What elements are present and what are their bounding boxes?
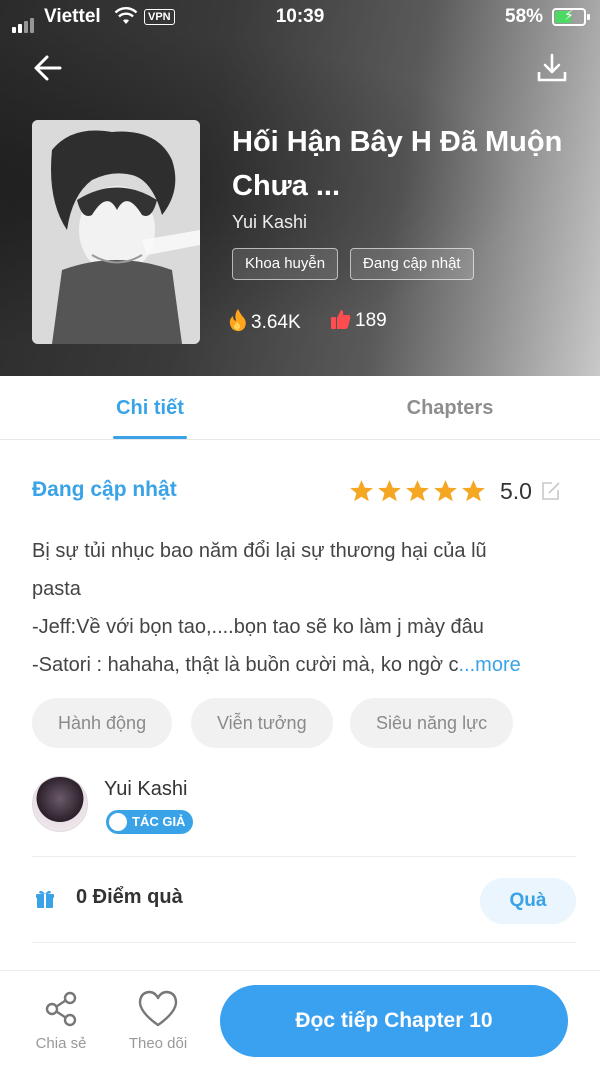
author-badge: TÁC GIẢ [106,810,194,834]
book-title: Hối Hận Bây H Đã Muộn Chưa ... [232,126,563,202]
bottom-action-bar: Chia sẻ Theo dõi Đọc tiếp Chapter 10 [0,970,600,1067]
back-button[interactable] [30,50,66,86]
tag-chip[interactable]: Đang cập nhật [350,248,474,280]
book-author[interactable]: Yui Kashi [232,212,307,233]
share-label: Chia sẻ [35,1035,87,1052]
description: Bị sự tủi nhục bao năm đổi lại sự thương… [32,532,572,684]
battery-icon: ⚡ [552,7,590,26]
genre-chip[interactable]: Siêu năng lực [350,698,514,748]
genre-chip[interactable]: Hành động [32,698,173,748]
active-tab-indicator [113,436,187,439]
rate-button[interactable] [540,480,562,507]
author-name[interactable]: Yui Kashi [104,778,187,801]
author-badge-label: TÁC GIẢ [132,814,186,829]
gift-points: 0 Điểm quà [76,886,183,908]
fire-icon [229,309,246,332]
divider [32,856,576,857]
thumbs-up-icon [331,310,351,329]
description-line: pasta [32,578,81,600]
charging-bolt-icon: ⚡ [564,7,574,23]
more-link[interactable]: ...more [459,654,521,676]
genre-chip[interactable]: Viễn tưởng [191,698,333,748]
follow-button[interactable]: Theo dõi [123,989,193,1052]
star-icon [378,480,401,502]
author-avatar[interactable] [32,776,88,832]
description-line: Bị sự tủi nhục bao năm đổi lại sự thương… [32,540,487,562]
share-icon [45,991,77,1027]
status-bar: Viettel VPN 10:39 58% ⚡ [0,0,600,36]
star-rating[interactable] [348,478,488,509]
view-count: 3.64K [228,308,301,336]
edit-icon [542,482,560,500]
star-icon [406,480,429,502]
description-line-last: -Satori : hahaha, thật là buồn cười mà, … [32,646,572,684]
download-button[interactable] [534,50,570,86]
heart-icon [138,990,178,1027]
description-line: -Satori : hahaha, thật là buồn cười mà, … [32,654,459,676]
description-line: -Jeff:Về với bọn tao,....bọn tao sẽ ko l… [32,616,484,638]
gift-button[interactable]: Quà [480,878,576,924]
divider [32,942,576,943]
star-icon [350,480,373,502]
follow-label: Theo dõi [128,1035,188,1052]
publication-status: Đang cập nhật [32,478,177,501]
tab-chapters[interactable]: Chapters [370,376,530,440]
tag-chip[interactable]: Khoa huyễn [232,248,339,280]
rating-value: 5.0 [500,478,532,504]
star-icon [434,480,457,502]
pen-icon [109,813,127,831]
like-count-value: 189 [355,310,387,331]
continue-reading-button[interactable]: Đọc tiếp Chapter 10 [220,985,568,1057]
book-cover [32,120,200,344]
star-icon [462,480,485,502]
view-count-value: 3.64K [251,312,301,333]
tab-bar: Chi tiết Chapters [0,376,600,440]
battery-percentage: 58% [505,6,544,27]
gift-icon [34,888,56,915]
like-count: 189 [330,308,387,334]
tab-detail[interactable]: Chi tiết [70,376,230,440]
download-icon [537,53,567,82]
arrow-left-icon [34,55,62,81]
book-header: Viettel VPN 10:39 58% ⚡ Hối Hận Bây H Đã… [0,0,600,376]
share-button[interactable]: Chia sẻ [26,989,96,1052]
